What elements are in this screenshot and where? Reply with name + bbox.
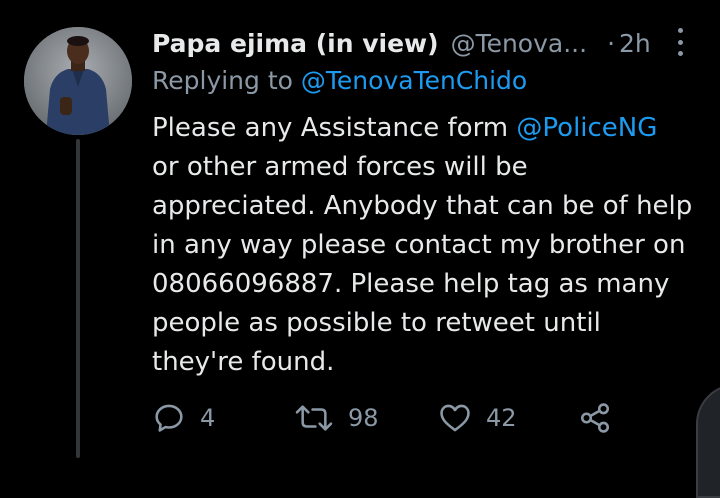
more-vertical-icon[interactable]	[668, 28, 692, 56]
body-line: they're found.	[152, 347, 335, 377]
heart-icon	[440, 404, 470, 432]
more-dot	[677, 39, 683, 45]
reply-count: 4	[200, 404, 216, 432]
reply-icon	[155, 404, 183, 432]
tweet-header: Papa ejima (in view) @Tenova... · 2h	[152, 26, 672, 60]
share-icon	[580, 403, 610, 433]
tweet-time[interactable]: 2h	[619, 29, 651, 58]
more-dot	[677, 28, 683, 33]
like-button[interactable]: 42	[438, 398, 517, 438]
replying-to-link[interactable]: @TenovaTenChido	[301, 66, 527, 95]
body-line: Please any Assistance form @PoliceNG	[152, 109, 712, 148]
share-button[interactable]	[578, 398, 612, 438]
retweet-button[interactable]: 98	[294, 398, 379, 438]
author-name[interactable]: Papa ejima (in view)	[152, 29, 439, 58]
body-line: or other armed forces will be	[152, 152, 528, 182]
replying-prefix: Replying to	[152, 66, 293, 95]
separator-dot: ·	[607, 28, 616, 58]
body-line: appreciated. Anybody that can be of help	[152, 191, 693, 221]
thread-line	[76, 139, 80, 458]
avatar[interactable]	[24, 27, 132, 135]
body-line: people as possible to retweet until	[152, 308, 601, 338]
avatar-image	[24, 27, 132, 135]
more-dot	[677, 51, 683, 56]
reply-button[interactable]: 4	[152, 398, 215, 438]
mention-link[interactable]: @PoliceNG	[516, 113, 657, 143]
replying-to: Replying to @TenovaTenChido	[152, 64, 527, 98]
retweet-icon	[295, 405, 333, 431]
floating-button-edge[interactable]	[696, 384, 720, 498]
body-line: in any way please contact my brother on	[152, 230, 686, 260]
author-handle[interactable]: @Tenova...	[451, 29, 588, 58]
like-count: 42	[486, 404, 517, 432]
retweet-count: 98	[348, 404, 379, 432]
body-text: Please any Assistance form	[152, 113, 517, 143]
action-bar: 4 98 42	[152, 398, 632, 438]
tweet-body: Please any Assistance form @PoliceNG or …	[152, 109, 712, 382]
body-line: 08066096887. Please help tag as many	[152, 269, 670, 299]
